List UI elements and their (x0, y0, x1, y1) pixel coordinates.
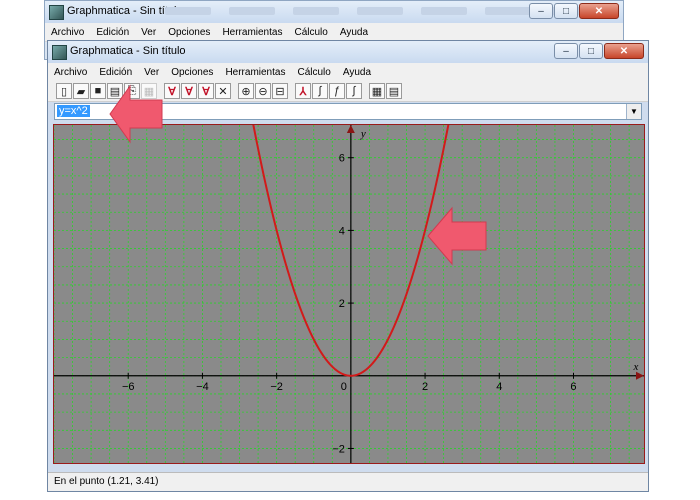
tangent-icon[interactable]: ∀ (198, 83, 214, 99)
copy-icon[interactable]: ⎘ (124, 83, 140, 99)
close-icon[interactable]: ✕ (579, 3, 619, 19)
y-tick-label: −2 (332, 443, 345, 455)
menu-ayuda[interactable]: Ayuda (337, 67, 377, 78)
derivative-icon[interactable]: ∀ (181, 83, 197, 99)
chevron-down-icon[interactable]: ▼ (626, 104, 641, 119)
zoom-in-icon[interactable]: ⊕ (238, 83, 254, 99)
menu-ver[interactable]: Ver (138, 67, 165, 78)
graphmatica-window[interactable]: Graphmatica - Sin título – □ ✕ Archivo E… (47, 40, 649, 492)
zoom-out-icon[interactable]: ⊖ (255, 83, 271, 99)
axes-icon[interactable]: ⅄ (295, 83, 311, 99)
y-tick-label: 6 (339, 153, 345, 165)
settings-icon[interactable]: ▤ (386, 83, 402, 99)
open-icon[interactable]: ▰ (73, 83, 89, 99)
menu-edicion[interactable]: Edición (90, 27, 135, 38)
x-tick-label: 0 (341, 381, 347, 393)
y-axis-label: y (360, 128, 366, 140)
menu-herramientas[interactable]: Herramientas (216, 27, 288, 38)
menu-edicion[interactable]: Edición (93, 67, 138, 78)
graph-canvas[interactable]: −6 −4 −2 0 2 4 6 −2 2 4 6 x y (54, 125, 644, 463)
x-tick-label: −4 (196, 381, 209, 393)
print-icon[interactable]: ▤ (107, 83, 123, 99)
status-bar: En el punto (1.21, 3.41) (48, 472, 648, 491)
zoom-fit-icon[interactable]: ⊟ (272, 83, 288, 99)
window-title: Graphmatica - Sin título (70, 45, 186, 57)
y-tick-label: 4 (339, 225, 345, 237)
minimize-icon[interactable]: – (554, 43, 578, 59)
save-icon[interactable]: ■ (90, 83, 106, 99)
app-icon (49, 5, 64, 20)
equation-input[interactable]: y=x^2 ▼ (54, 103, 642, 120)
status-text: En el punto (1.21, 3.41) (54, 476, 159, 487)
background-title-bar[interactable]: Graphmatica - Sin título – □ ✕ (45, 1, 623, 24)
minimize-icon[interactable]: – (529, 3, 553, 19)
grid-icon[interactable]: ▦ (141, 83, 157, 99)
x-tick-label: 6 (570, 381, 576, 393)
plot-icon[interactable]: ∀ (164, 83, 180, 99)
y-tick-label: 2 (339, 298, 345, 310)
app-icon (52, 45, 67, 60)
equation-text[interactable]: y=x^2 (57, 105, 90, 117)
toolbar: ▯ ▰ ■ ▤ ⎘ ▦ ∀ ∀ ∀ ✕ ⊕ ⊖ ⊟ ⅄ ∫ ƒ ∫ ▦ ▤ (48, 81, 648, 102)
menu-calculo[interactable]: Cálculo (291, 67, 336, 78)
menu-opciones[interactable]: Opciones (162, 27, 216, 38)
menu-archivo[interactable]: Archivo (45, 27, 90, 38)
x-tick-label: −2 (270, 381, 283, 393)
graph-area[interactable]: −6 −4 −2 0 2 4 6 −2 2 4 6 x y (53, 124, 645, 464)
table-icon[interactable]: ▦ (369, 83, 385, 99)
menu-ver[interactable]: Ver (135, 27, 162, 38)
integral-icon[interactable]: ∫ (312, 83, 328, 99)
fx-icon[interactable]: ∫ (346, 83, 362, 99)
maximize-icon[interactable]: □ (579, 43, 603, 59)
menu-ayuda[interactable]: Ayuda (334, 27, 374, 38)
menu-bar: Archivo Edición Ver Opciones Herramienta… (48, 63, 648, 82)
x-tick-label: 2 (422, 381, 428, 393)
menu-opciones[interactable]: Opciones (165, 67, 219, 78)
menu-archivo[interactable]: Archivo (48, 67, 93, 78)
close-icon[interactable]: ✕ (604, 43, 644, 59)
x-tick-label: 4 (496, 381, 502, 393)
maximize-icon[interactable]: □ (554, 3, 578, 19)
x-tick-label: −6 (122, 381, 135, 393)
x-axis-label: x (633, 361, 639, 373)
function-icon[interactable]: ƒ (329, 83, 345, 99)
new-icon[interactable]: ▯ (56, 83, 72, 99)
menu-herramientas[interactable]: Herramientas (219, 67, 291, 78)
menu-calculo[interactable]: Cálculo (288, 27, 333, 38)
delete-icon[interactable]: ✕ (215, 83, 231, 99)
window-title-bar[interactable]: Graphmatica - Sin título – □ ✕ (48, 41, 648, 64)
